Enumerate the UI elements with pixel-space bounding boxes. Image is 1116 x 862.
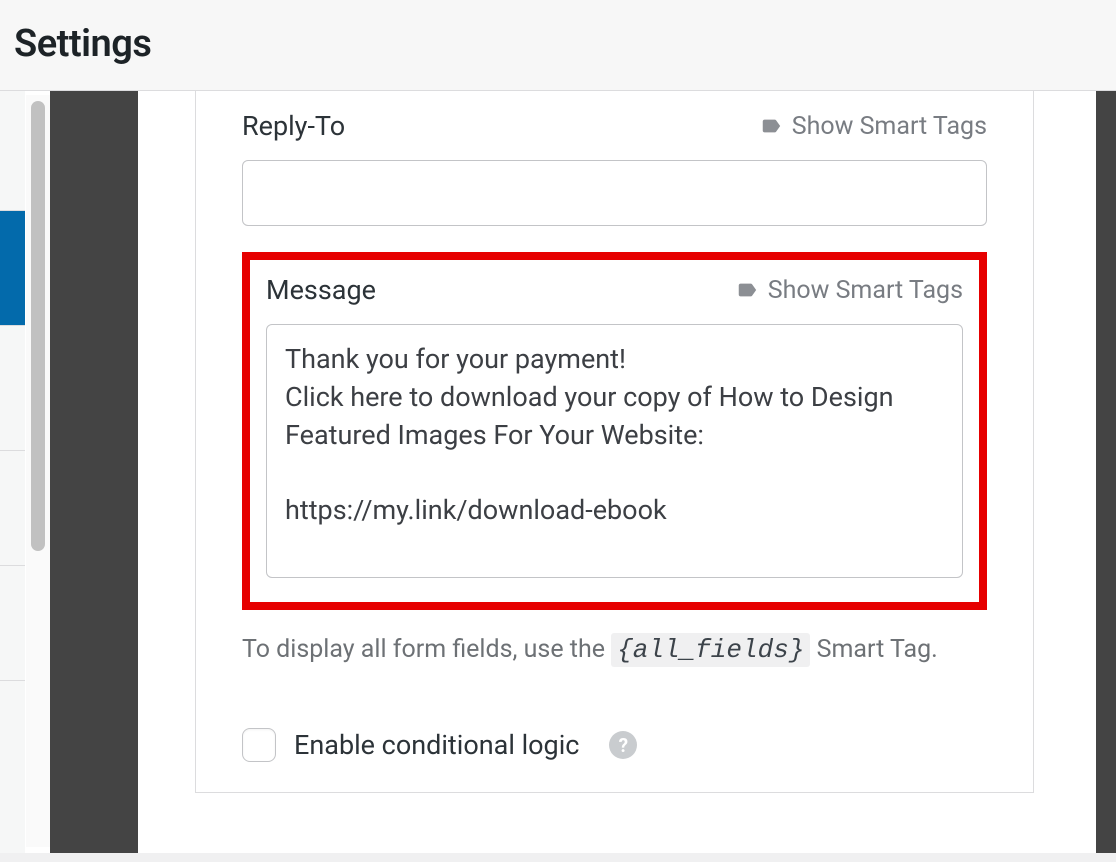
reply-to-input[interactable] <box>242 160 987 226</box>
page-title: Settings <box>14 22 1102 66</box>
smart-tags-text: Show Smart Tags <box>768 276 963 305</box>
help-text: To display all form fields, use the {all… <box>242 630 987 670</box>
message-label: Message <box>266 274 376 306</box>
conditional-logic-label: Enable conditional logic <box>294 729 579 761</box>
conditional-logic-checkbox[interactable] <box>242 728 276 762</box>
secondary-sidebar <box>50 91 138 853</box>
conditional-logic-row: Enable conditional logic ? <box>242 728 987 762</box>
tag-icon <box>736 279 758 301</box>
reply-to-label: Reply-To <box>242 110 345 142</box>
form-card: Reply-To Show Smart Tags Message <box>195 91 1034 793</box>
settings-header: Settings <box>0 0 1116 91</box>
help-text-suffix: Smart Tag. <box>817 635 938 664</box>
show-smart-tags-replyto[interactable]: Show Smart Tags <box>760 112 987 141</box>
sidebar-item[interactable] <box>0 91 25 211</box>
left-sidebar <box>0 91 25 853</box>
sidebar-item[interactable] <box>0 566 25 681</box>
show-smart-tags-message[interactable]: Show Smart Tags <box>736 276 963 305</box>
smart-tag-code: {all_fields} <box>611 633 810 667</box>
message-highlight: Message Show Smart Tags <box>242 252 987 610</box>
sidebar-item-active[interactable] <box>0 211 25 326</box>
message-textarea[interactable] <box>266 324 963 578</box>
scrollbar-thumb[interactable] <box>31 101 45 551</box>
body-area: Reply-To Show Smart Tags Message <box>0 91 1116 853</box>
sidebar-item[interactable] <box>0 451 25 566</box>
help-icon[interactable]: ? <box>609 731 637 759</box>
right-edge <box>1096 91 1116 853</box>
tag-icon <box>760 115 782 137</box>
message-header: Message Show Smart Tags <box>266 274 963 306</box>
reply-to-header: Reply-To Show Smart Tags <box>242 110 987 142</box>
sidebar-item[interactable] <box>0 681 25 851</box>
scrollbar-track[interactable] <box>26 95 50 847</box>
smart-tags-text: Show Smart Tags <box>792 112 987 141</box>
reply-to-group: Reply-To Show Smart Tags <box>242 110 987 226</box>
sidebar-item[interactable] <box>0 326 25 451</box>
content-panel: Reply-To Show Smart Tags Message <box>140 91 1094 853</box>
help-text-prefix: To display all form fields, use the <box>242 635 611 664</box>
